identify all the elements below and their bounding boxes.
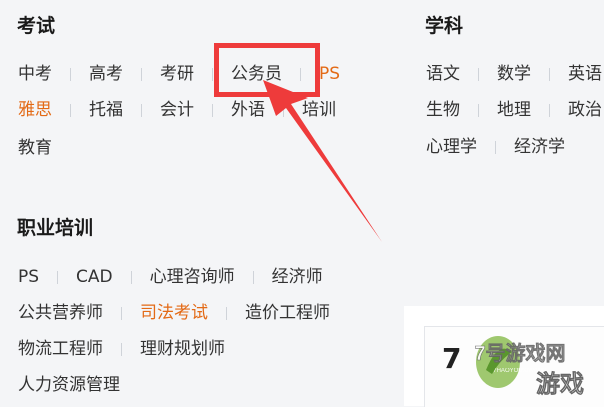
separator [300,68,301,81]
link-ps[interactable]: PS [319,66,340,83]
separator [141,104,142,117]
link-yuwen[interactable]: 语文 [426,66,460,83]
link-peixun[interactable]: 培训 [302,102,336,119]
separator [212,104,213,117]
vocational-row-2: 公共营养师 司法考试 造价工程师 [18,305,330,322]
link-xinlixue[interactable]: 心理学 [426,139,477,156]
section-title-exam: 考试 [17,15,56,37]
card-text: 7 [442,342,462,375]
subject-row-1: 语文 数学 英语 [426,66,602,83]
link-gaokao[interactable]: 高考 [89,66,123,83]
separator [549,104,550,117]
separator [70,104,71,117]
separator [57,271,59,284]
section-title-subject: 学科 [425,15,464,37]
link-wuliugongchengshi[interactable]: 物流工程师 [18,341,103,358]
link-xinlizixunshi[interactable]: 心理咨询师 [150,269,235,286]
separator [226,307,227,320]
exam-row-3: 教育 [18,140,52,157]
link-zhongkao[interactable]: 中考 [18,66,52,83]
separator [283,104,284,117]
separator [212,68,213,81]
link-licaiguihuashi[interactable]: 理财规划师 [140,341,225,358]
link-zaojiagongchengshi[interactable]: 造价工程师 [245,305,330,322]
link-zhengzhi[interactable]: 政治 [568,102,602,119]
link-jiaoyu[interactable]: 教育 [18,140,52,157]
link-jingjixue[interactable]: 经济学 [514,139,565,156]
separator [495,141,496,154]
exam-row-1: 中考 高考 考研 公务员 PS [18,66,340,83]
vocational-row-1: PS CAD 心理咨询师 经济师 [18,269,323,286]
link-gongwuyuan[interactable]: 公务员 [231,66,282,83]
separator [121,307,122,320]
separator [130,271,132,284]
exam-row-2: 雅思 托福 会计 外语 培训 [18,102,336,119]
link-tuofu[interactable]: 托福 [89,102,123,119]
separator [252,271,254,284]
separator [478,104,479,117]
vocational-row-3: 物流工程师 理财规划师 [18,341,225,358]
link-shuxue[interactable]: 数学 [497,66,531,83]
separator [478,68,479,81]
separator [141,68,142,81]
separator [549,68,550,81]
link-dili[interactable]: 地理 [497,102,531,119]
link-sifakaoshi[interactable]: 司法考试 [140,305,208,322]
section-title-vocational: 职业培训 [17,217,94,239]
link-gonggongyingyangshi[interactable]: 公共营养师 [18,305,103,322]
link-ps-training[interactable]: PS [18,269,39,286]
separator [70,68,71,81]
link-kuaiji[interactable]: 会计 [160,102,194,119]
subject-row-2: 生物 地理 政治 [426,102,602,119]
subject-row-3: 心理学 经济学 [426,139,565,156]
vocational-row-4: 人力资源管理 [18,377,120,394]
link-shengwu[interactable]: 生物 [426,102,460,119]
link-yasi[interactable]: 雅思 [18,102,52,119]
link-waiyu[interactable]: 外语 [231,102,265,119]
link-yingyu[interactable]: 英语 [568,66,602,83]
link-jingjishi[interactable]: 经济师 [272,269,323,286]
link-cad[interactable]: CAD [76,269,113,286]
link-kaoyan[interactable]: 考研 [160,66,194,83]
separator [121,343,122,356]
link-renliziyuanguanli[interactable]: 人力资源管理 [18,377,120,394]
